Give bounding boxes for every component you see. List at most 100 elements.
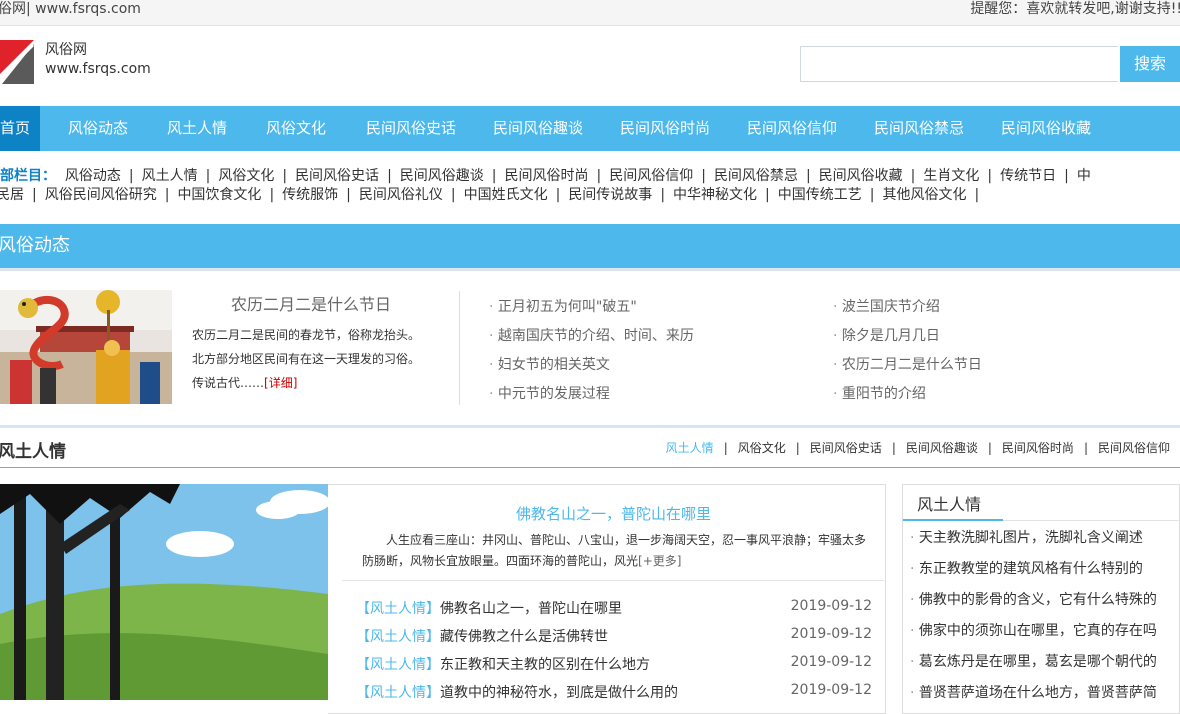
- top-bar: 风俗网| www.fsrqs.com 提醒您：喜欢就转发吧,谢谢支持!!: [0, 0, 1180, 26]
- column-link[interactable]: 传统服饰: [282, 187, 338, 203]
- nav-item-folk-taboos[interactable]: 民间风俗禁忌: [874, 106, 964, 151]
- separator: |: [869, 187, 875, 203]
- featured-news-summary: 农历二月二是民间的春龙节，俗称龙抬头。北方部分地区民间有在这一天理发的习俗。传说…: [192, 323, 428, 395]
- article-title[interactable]: 东正教和天主教的区别在什么地方: [440, 657, 650, 673]
- nav-item-customs-news[interactable]: 风俗动态: [68, 106, 128, 151]
- site-logo-icon[interactable]: [0, 40, 34, 84]
- site-domain-text: 风俗网| www.fsrqs.com: [0, 1, 141, 17]
- sidebar-title-underline: [903, 519, 1003, 521]
- separator: |: [555, 187, 561, 203]
- separator: |: [282, 168, 288, 184]
- column-link[interactable]: 中华神秘文化: [673, 187, 757, 203]
- column-link[interactable]: 民间风俗收藏: [819, 168, 903, 184]
- article-row[interactable]: 【风土人情】藏传佛教之什么是活佛转世 2019-09-12: [356, 626, 872, 646]
- search-button[interactable]: 搜索: [1120, 46, 1180, 82]
- section-tab[interactable]: 民间风俗时尚: [1002, 441, 1074, 455]
- column-link[interactable]: 民间风俗时尚: [505, 168, 589, 184]
- nav-item-folk-collections[interactable]: 民间风俗收藏: [1001, 106, 1091, 151]
- article-date: 2019-09-12: [790, 598, 872, 614]
- article-category[interactable]: 【风土人情】: [356, 601, 440, 617]
- sidebar-link[interactable]: 普贤菩萨道场在什么地方，普贤菩萨简: [910, 682, 1180, 702]
- news-link[interactable]: 农历二月二是什么节日: [833, 354, 982, 374]
- article-title[interactable]: 佛教名山之一，普陀山在哪里: [440, 601, 622, 617]
- section-tab[interactable]: 风俗文化: [738, 441, 786, 455]
- nav-item-customs-culture[interactable]: 风俗文化: [266, 106, 326, 151]
- separator: |: [128, 168, 134, 184]
- nav-item-folk-fashion[interactable]: 民间风俗时尚: [620, 106, 710, 151]
- details-link[interactable]: [详细]: [264, 376, 297, 390]
- news-link[interactable]: 中元节的发展过程: [489, 383, 610, 403]
- site-url: www.fsrqs.com: [45, 61, 151, 77]
- more-link[interactable]: [+更多]: [638, 554, 681, 568]
- sidebar-link[interactable]: 佛家中的须弥山在哪里，它真的存在吗: [910, 620, 1180, 640]
- separator: |: [164, 187, 170, 203]
- article-date: 2019-09-12: [790, 682, 872, 698]
- section-tab[interactable]: 民间风俗趣谈: [906, 441, 978, 455]
- news-link[interactable]: 波兰国庆节介绍: [833, 296, 940, 316]
- article-category[interactable]: 【风土人情】: [356, 685, 440, 701]
- separator: |: [387, 168, 392, 184]
- column-link[interactable]: 风俗文化: [218, 168, 274, 184]
- column-link[interactable]: 传统节日: [1000, 168, 1056, 184]
- article-row[interactable]: 【风土人情】佛教名山之一，普陀山在哪里 2019-09-12: [356, 598, 872, 618]
- nav-item-home[interactable]: 首页: [0, 106, 41, 151]
- site-name: 风俗网: [45, 42, 87, 58]
- separator: |: [910, 168, 916, 184]
- article-category[interactable]: 【风土人情】: [356, 657, 440, 673]
- column-link[interactable]: 民居: [0, 187, 24, 203]
- column-link[interactable]: 民间风俗趣谈: [400, 168, 484, 184]
- article-category[interactable]: 【风土人情】: [356, 629, 440, 645]
- sidebar-link[interactable]: 东正教教堂的建筑风格有什么特别的: [910, 558, 1180, 578]
- main-nav: 首页 风俗动态 风土人情 风俗文化 民间风俗史话 民间风俗趣谈 民间风俗时尚 民…: [0, 106, 1180, 151]
- featured-news-title[interactable]: 农历二月二是什么节日: [231, 291, 391, 315]
- column-link[interactable]: 中: [1077, 168, 1091, 184]
- column-link[interactable]: 生肖文化: [923, 168, 979, 184]
- nav-item-local-customs[interactable]: 风土人情: [167, 106, 227, 151]
- separator: |: [491, 168, 497, 184]
- forest-landscape-image[interactable]: [0, 484, 328, 700]
- column-link[interactable]: 民间风俗信仰: [609, 168, 693, 184]
- column-link[interactable]: 中国姓氏文化: [464, 187, 548, 203]
- nav-item-folk-history[interactable]: 民间风俗史话: [366, 106, 456, 151]
- article-title[interactable]: 藏传佛教之什么是活佛转世: [440, 629, 608, 645]
- separator: |: [450, 187, 456, 203]
- section-title: 风俗动态: [0, 235, 70, 256]
- sidebar-link[interactable]: 葛玄炼丹是在哪里，葛玄是哪个朝代的: [910, 651, 1180, 671]
- column-link[interactable]: 中国饮食文化: [177, 187, 261, 203]
- column-link[interactable]: 民间风俗史话: [295, 168, 379, 184]
- column-link[interactable]: 民间风俗礼仪: [359, 187, 443, 203]
- separator: |: [974, 187, 980, 203]
- news-link[interactable]: 除夕是几月几日: [833, 325, 940, 345]
- nav-item-folk-anecdotes[interactable]: 民间风俗趣谈: [493, 106, 583, 151]
- news-link[interactable]: 妇女节的相关英文: [489, 354, 610, 374]
- column-link[interactable]: 其他风俗文化: [882, 187, 966, 203]
- article-row[interactable]: 【风土人情】道教中的神秘符水，到底是做什么用的 2019-09-12: [356, 682, 872, 702]
- column-link[interactable]: 民间风俗禁忌: [714, 168, 798, 184]
- featured-article-title[interactable]: 佛教名山之一，普陀山在哪里: [516, 503, 711, 524]
- featured-news-text: 农历二月二是民间的春龙节，俗称龙抬头。北方部分地区民间有在这一天理发的习俗。传说…: [192, 328, 421, 390]
- separator: |: [701, 168, 706, 184]
- sidebar-link[interactable]: 佛教中的影骨的含义，它有什么特殊的: [910, 589, 1180, 609]
- section-divider: [0, 425, 1180, 428]
- article-title[interactable]: 道教中的神秘符水，到底是做什么用的: [440, 685, 678, 701]
- column-link[interactable]: 民间传说故事: [568, 187, 652, 203]
- news-link[interactable]: 重阳节的介绍: [833, 383, 926, 403]
- separator: |: [596, 168, 602, 184]
- article-row[interactable]: 【风土人情】东正教和天主教的区别在什么地方 2019-09-12: [356, 654, 872, 674]
- search-input[interactable]: [800, 46, 1118, 82]
- section-tab[interactable]: 风土人情: [666, 441, 714, 455]
- dragon-dance-image[interactable]: [0, 290, 172, 404]
- column-link[interactable]: 风俗动态: [65, 168, 121, 184]
- news-link[interactable]: 越南国庆节的介绍、时间、来历: [489, 325, 694, 345]
- separator: |: [987, 168, 993, 184]
- separator: |: [269, 187, 275, 203]
- column-link[interactable]: 中国传统工艺: [778, 187, 862, 203]
- news-link[interactable]: 正月初五为何叫"破五": [489, 296, 637, 316]
- sidebar-link[interactable]: 天主教洗脚礼图片，洗脚礼含义阐述: [910, 527, 1180, 547]
- column-link[interactable]: 风俗民间风俗研究: [45, 187, 157, 203]
- separator: |: [987, 441, 992, 455]
- section-tab[interactable]: 民间风俗信仰: [1098, 441, 1170, 455]
- nav-item-folk-beliefs[interactable]: 民间风俗信仰: [747, 106, 837, 151]
- section-tab[interactable]: 民间风俗史话: [810, 441, 882, 455]
- column-link[interactable]: 风土人情: [142, 168, 198, 184]
